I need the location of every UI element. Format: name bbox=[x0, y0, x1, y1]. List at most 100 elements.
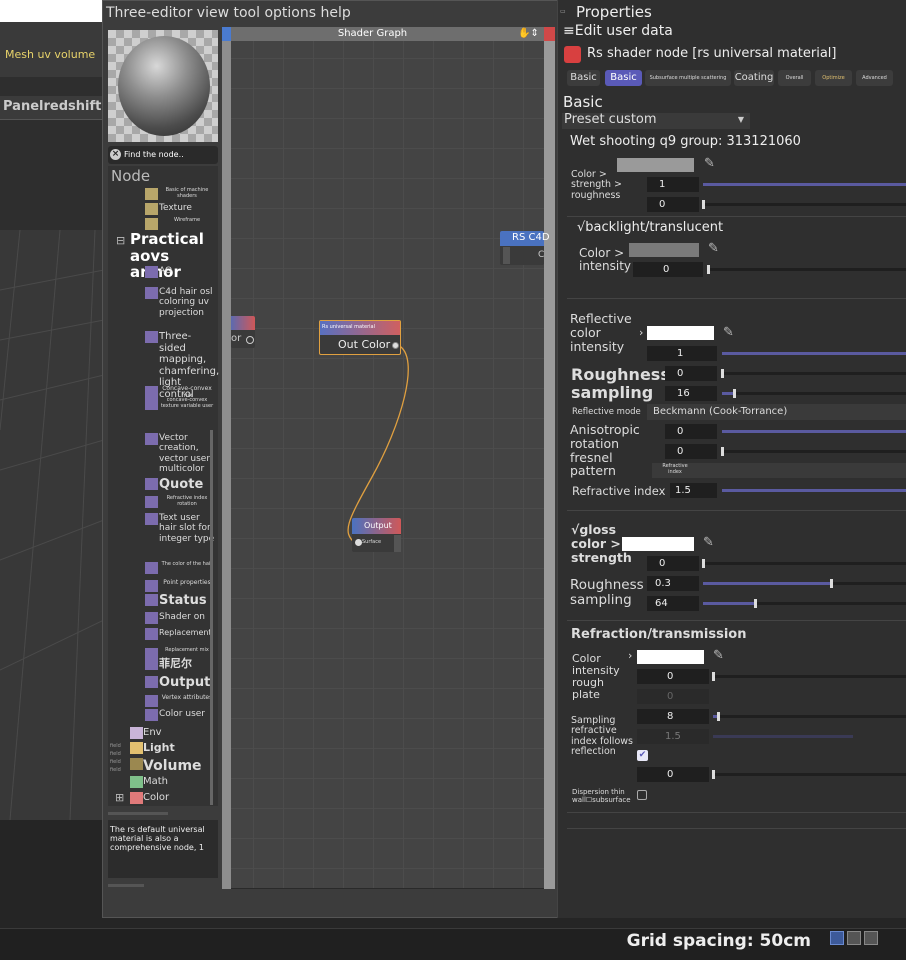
tab-basic-node[interactable]: Basic bbox=[567, 70, 600, 86]
tree-item[interactable]: Refractive index rotation bbox=[159, 495, 215, 508]
refraction-sampling-field[interactable]: 8 bbox=[637, 709, 709, 724]
hamburger-icon[interactable]: ≡ bbox=[563, 23, 575, 39]
partial-output-socket[interactable] bbox=[246, 336, 254, 344]
gloss-sampling-knob[interactable] bbox=[754, 599, 757, 608]
reflective-mode-dropdown[interactable]: Beckmann (Cook-Torrance) bbox=[647, 404, 906, 420]
diffuse-color-swatch[interactable] bbox=[617, 158, 694, 172]
tree-item[interactable]: Color bbox=[143, 792, 213, 804]
reflective-intensity-field[interactable]: 1 bbox=[647, 346, 717, 361]
out-color-socket[interactable] bbox=[392, 342, 399, 349]
tree-item[interactable]: Volume bbox=[143, 758, 213, 774]
backlight-intensity-knob[interactable] bbox=[707, 265, 710, 274]
refraction-plate-knob[interactable] bbox=[712, 770, 715, 779]
tab-coating[interactable]: Coating bbox=[734, 70, 774, 86]
rs-c4d-node[interactable]: RS C4D C bbox=[500, 231, 550, 265]
diffuse-strength-field[interactable]: 1 bbox=[647, 177, 699, 192]
refractive-index-slider[interactable] bbox=[722, 489, 906, 492]
chevron-right-icon[interactable]: › bbox=[628, 649, 632, 662]
tree-item[interactable]: Text user hair slot for integer type bbox=[159, 513, 215, 544]
dispersion-checkbox[interactable] bbox=[637, 790, 647, 800]
refraction-color-swatch[interactable] bbox=[637, 650, 704, 664]
preset-dropdown[interactable]: Preset custom ▼ bbox=[562, 112, 750, 129]
tree-item[interactable]: Vector creation, vector user, multicolor bbox=[159, 433, 215, 474]
gloss-roughness-knob[interactable] bbox=[830, 579, 833, 588]
diffuse-roughness-knob[interactable] bbox=[702, 200, 705, 209]
tree-item[interactable]: Light bbox=[143, 741, 213, 755]
reflective-roughness-knob[interactable] bbox=[721, 369, 724, 378]
pencil-icon[interactable]: ✎ bbox=[713, 648, 724, 663]
tree-item[interactable]: Replacement bbox=[159, 628, 215, 637]
tree-item[interactable]: Output bbox=[159, 675, 215, 691]
backlight-intensity-slider[interactable] bbox=[709, 268, 906, 271]
output-node[interactable]: Output Surface bbox=[352, 518, 401, 552]
view-mode-icons[interactable] bbox=[830, 931, 882, 949]
tab-overall[interactable]: Overall bbox=[778, 70, 811, 86]
fresnel-mode-dropdown[interactable]: Refractive index bbox=[652, 463, 906, 478]
refraction-intensity-slider[interactable] bbox=[713, 675, 906, 678]
pencil-icon[interactable]: ✎ bbox=[708, 241, 719, 256]
tree-item[interactable]: Replacement mix bbox=[159, 647, 215, 654]
backlight-color-swatch[interactable] bbox=[629, 243, 699, 257]
rotation-knob[interactable] bbox=[721, 447, 724, 456]
reflective-color-swatch[interactable] bbox=[647, 326, 714, 340]
tree-item[interactable]: C4d hair osl coloring uv projection bbox=[159, 287, 215, 318]
tree-item[interactable]: The color of the hair bbox=[159, 561, 215, 568]
gloss-strength-slider[interactable] bbox=[703, 562, 906, 565]
follows-reflection-checkbox[interactable]: ✔ bbox=[637, 750, 648, 761]
tree-item[interactable]: Point properties bbox=[159, 579, 215, 587]
tree-item[interactable]: Shader on bbox=[159, 612, 215, 622]
gloss-sampling-field[interactable]: 64 bbox=[647, 596, 699, 611]
reflective-sampling-knob[interactable] bbox=[733, 389, 736, 398]
tree-item[interactable]: Wireframe bbox=[159, 217, 215, 224]
diffuse-roughness-slider[interactable] bbox=[703, 203, 906, 206]
refraction-intensity-field[interactable]: 0 bbox=[637, 669, 709, 684]
edit-user-data-menu[interactable]: ≡Edit user data bbox=[563, 23, 673, 39]
backlight-intensity-field[interactable]: 0 bbox=[633, 262, 703, 277]
refraction-intensity-knob[interactable] bbox=[712, 672, 715, 681]
diffuse-roughness-field[interactable]: 0 bbox=[647, 197, 699, 212]
gloss-color-swatch[interactable] bbox=[622, 537, 694, 551]
clear-search-icon[interactable]: × bbox=[110, 149, 121, 160]
anisotropic-field[interactable]: 0 bbox=[665, 424, 717, 439]
surface-socket[interactable] bbox=[355, 539, 362, 546]
refractive-index-field[interactable]: 1.5 bbox=[670, 483, 717, 498]
panel-menu[interactable]: Panelredshift bbox=[0, 96, 104, 120]
partial-node[interactable]: or bbox=[231, 316, 255, 348]
tree-item[interactable]: Env bbox=[143, 727, 213, 739]
tab-basic[interactable]: Basic bbox=[605, 70, 642, 86]
tree-item[interactable]: 菲尼尔 bbox=[159, 657, 215, 671]
refraction-sampling-knob[interactable] bbox=[717, 712, 720, 721]
rotation-field[interactable]: 0 bbox=[665, 444, 717, 459]
diffuse-strength-slider[interactable] bbox=[703, 183, 906, 186]
pencil-icon[interactable]: ✎ bbox=[703, 535, 714, 550]
reflective-sampling-slider[interactable] bbox=[722, 392, 906, 395]
refraction-sampling-slider[interactable] bbox=[713, 715, 906, 718]
list-view-icon[interactable] bbox=[830, 931, 844, 945]
tab-optimize[interactable]: Optimize bbox=[815, 70, 852, 86]
tree-hscrollbar[interactable] bbox=[108, 812, 168, 815]
tree-item[interactable]: Math bbox=[143, 776, 213, 788]
gloss-strength-knob[interactable] bbox=[702, 559, 705, 568]
window-menu-bar[interactable]: Three-editor view tool options help bbox=[106, 5, 351, 21]
grid-view-icon[interactable] bbox=[847, 931, 861, 945]
tree-item[interactable]: Vertex attributes bbox=[159, 694, 215, 702]
anisotropic-slider[interactable] bbox=[722, 430, 906, 433]
tab-advanced[interactable]: Advanced bbox=[856, 70, 893, 86]
expand-group-icon[interactable]: ⊞ bbox=[115, 791, 124, 804]
tile-view-icon[interactable] bbox=[864, 931, 878, 945]
help-scrollbar[interactable] bbox=[108, 884, 144, 887]
gloss-roughness-field[interactable]: 0.3 bbox=[647, 576, 699, 591]
reflective-roughness-slider[interactable] bbox=[722, 372, 906, 375]
tree-scrollbar[interactable] bbox=[210, 430, 213, 805]
collapse-group-icon[interactable]: ⊟ bbox=[116, 234, 125, 247]
mesh-menu[interactable]: Mesh uv volume bbox=[5, 48, 95, 61]
reflective-roughness-field[interactable]: 0 bbox=[665, 366, 717, 381]
tab-subsurface[interactable]: Subsurface multiple scattering bbox=[645, 70, 731, 86]
refraction-plate-slider[interactable] bbox=[713, 773, 906, 776]
tree-item[interactable]: Basic of machine shaders bbox=[159, 187, 215, 200]
reflective-intensity-slider[interactable] bbox=[722, 352, 906, 355]
tree-item[interactable]: Status bbox=[159, 593, 215, 609]
tree-item[interactable]: concave-convex texture variable user bbox=[159, 397, 215, 410]
tree-item[interactable]: Quote bbox=[159, 477, 215, 493]
gloss-strength-field[interactable]: 0 bbox=[647, 556, 699, 571]
